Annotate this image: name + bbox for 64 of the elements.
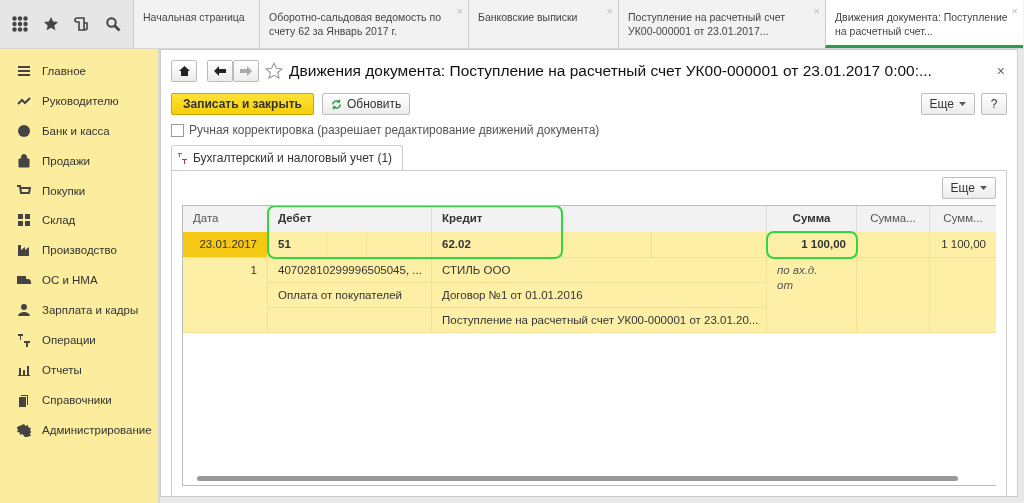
table-cell: Договор №1 от 01.01.2016 (432, 283, 767, 308)
column-header[interactable]: Сумма (767, 206, 857, 232)
table-cell: Поступление на расчетный счет УК00-000001 от 23.01.20... (432, 308, 767, 333)
column-header[interactable]: Сумма... (857, 206, 930, 232)
back-button[interactable] (207, 60, 233, 82)
sidebar-item[interactable]: Операции (42, 333, 96, 346)
sidebar-item[interactable]: Главное (42, 64, 86, 77)
apps-grid-icon[interactable] (11, 16, 28, 32)
bag-icon (17, 153, 31, 168)
table-cell: 23.01.2017 (183, 232, 268, 258)
table-cell: по вх.д. от (767, 258, 857, 333)
sidebar-item[interactable]: Покупки (42, 184, 86, 197)
table-cell: 1 100,00 (930, 232, 996, 258)
person-icon (17, 303, 31, 318)
factory-icon (17, 243, 31, 258)
home-button[interactable] (171, 60, 197, 82)
sidebar-item[interactable]: Отчеты (42, 363, 82, 376)
menu-icon (17, 63, 31, 78)
left-arrow-icon (214, 66, 226, 76)
star-icon[interactable] (42, 16, 59, 32)
section-tab[interactable]: Бухгалтерский и налоговый учет (1) (171, 145, 404, 170)
page-tab[interactable]: Движения документа: Поступление на расчетный счет... × (825, 0, 1023, 48)
more-button[interactable]: Еще (941, 177, 996, 199)
sidebar-item[interactable]: ОС и НМА (42, 274, 98, 287)
sidebar-item[interactable]: Производство (42, 244, 117, 257)
column-header[interactable]: Сумм... (930, 206, 996, 232)
table-cell: 40702810299996505045, ... (268, 258, 432, 283)
sidebar-item[interactable]: Склад (42, 214, 76, 227)
sidebar-item[interactable]: Зарплата и кадры (42, 304, 139, 317)
books-icon (17, 392, 31, 407)
table-cell: 1 100,00 (767, 232, 857, 258)
sidebar-item[interactable]: Продажи (42, 154, 91, 167)
close-icon[interactable]: × (996, 63, 1005, 79)
dt-kt-icon (17, 332, 31, 347)
column-header[interactable]: Дата (183, 206, 268, 232)
form-title: Движения документа: Поступление на расчетный счет УК00-000001 от 23.01.2017 0:00:... (289, 62, 933, 80)
table-cell (367, 232, 432, 258)
star-outline-icon[interactable] (265, 62, 283, 80)
sidebar-item[interactable]: Администрирование (42, 423, 152, 436)
more-button[interactable]: Еще (920, 93, 975, 115)
sidebar-item[interactable]: Банк и касса (42, 124, 110, 137)
caret-icon (980, 186, 987, 190)
help-button[interactable]: ? (981, 93, 1007, 115)
refresh-button[interactable]: Обновить (321, 93, 411, 115)
checkbox-label: Ручная корректировка (разрешает редактирование движений документа) (189, 123, 600, 137)
search-icon[interactable] (105, 16, 122, 32)
table-cell (327, 232, 367, 258)
checkbox[interactable] (171, 123, 184, 137)
caret-icon (959, 102, 966, 106)
sidebar-item[interactable]: Руководителю (42, 94, 119, 107)
dt-kt-icon (178, 152, 188, 164)
column-header[interactable]: Кредит (432, 206, 767, 232)
table-cell: СТИЛЬ ООО (432, 258, 767, 283)
column-header[interactable]: Дебет (268, 206, 432, 232)
sidebar-item[interactable]: Справочники (42, 393, 112, 406)
table-cell: 62.02 (432, 232, 562, 258)
table-cell: Оплата от покупателей (268, 283, 432, 308)
save-and-close-button[interactable]: Записать и закрыть (171, 93, 314, 115)
home-icon (178, 66, 190, 76)
refresh-icon (330, 98, 342, 110)
right-arrow-icon (240, 66, 252, 76)
table-cell: 1 (183, 258, 268, 333)
boxes-icon (17, 213, 31, 228)
table-cell: 51 (268, 232, 327, 258)
